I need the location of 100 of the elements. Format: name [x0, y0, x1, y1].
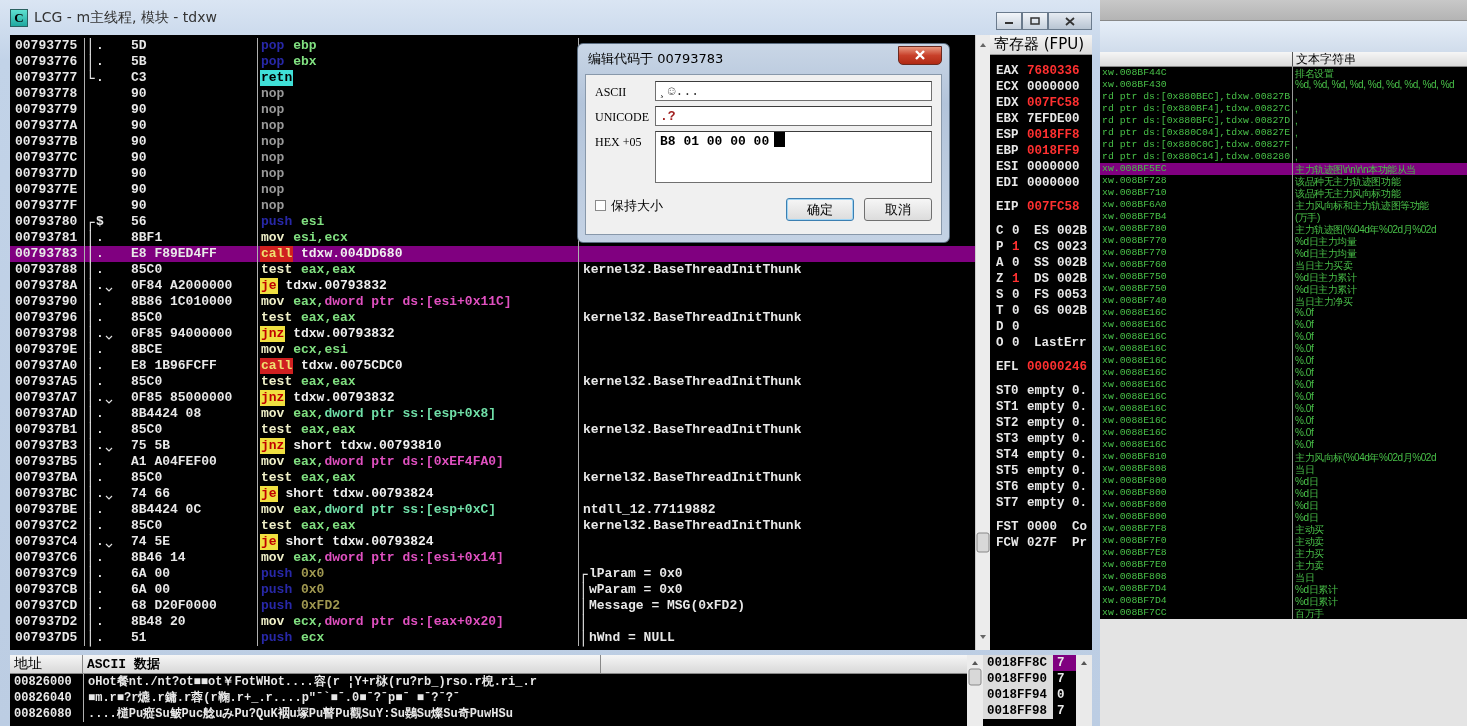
mnemonic: mov [260, 454, 286, 470]
code-row[interactable]: 007937A0 │. E8 1B96FCFF call tdxw.0075CDC0 [10, 358, 975, 374]
string-row[interactable]: xw.008BF780 主力轨迹图(%04d年%02d月%02d [1100, 223, 1467, 235]
code-row[interactable]: 007937B5 │. A1 A04FEF00 mov eax,dword ptr ds:[0xEF4FA0] [10, 454, 975, 470]
vertical-scrollbar[interactable] [967, 655, 983, 726]
string-row[interactable]: xw.0088E16C %.0f [1100, 403, 1467, 415]
string-row[interactable]: xw.008BF5EC 主力轨迹图\r\n\r\n本功能从当 [1100, 163, 1467, 175]
string-row[interactable]: xw.008BF7D4 %d日累计 [1100, 583, 1467, 595]
string-row[interactable]: xw.008BF800 %d日 [1100, 475, 1467, 487]
string-row[interactable]: xw.008BF728 该品种无主力轨迹图功能 [1100, 175, 1467, 187]
string-row[interactable]: rd ptr ds:[0x880C0C],tdxw.00827F , [1100, 139, 1467, 151]
string-row[interactable]: xw.008BF7F8 主动买 [1100, 523, 1467, 535]
string-row[interactable]: rd ptr ds:[0x880BF4],tdxw.00827C , [1100, 103, 1467, 115]
operand-text: esi [301, 214, 325, 230]
string-row[interactable]: xw.008BF808 当日 [1100, 463, 1467, 475]
up-arrow-icon[interactable] [1081, 661, 1087, 665]
code-row[interactable]: 007937B3 │. 75 5B jnz short tdxw.00793810 [10, 438, 975, 454]
string-row[interactable]: xw.008BF7B4 (万手) [1100, 211, 1467, 223]
string-row[interactable]: rd ptr ds:[0x880BEC],tdxw.00827B , [1100, 91, 1467, 103]
close-button[interactable] [898, 45, 942, 65]
code-row[interactable]: 00793790 │. 8B86 1C010000 mov eax,dword ptr ds:[esi+0x11C] [10, 294, 975, 310]
operand-text: eax,dword ptr ds:[esi+0x14] [293, 550, 504, 566]
dialog-title: 编辑代码于 00793783 [587, 50, 724, 68]
string-row[interactable]: xw.0088E16C %.0f [1100, 307, 1467, 319]
code-row[interactable]: 00793798 │. 0F85 94000000 jnz tdxw.00793832 [10, 326, 975, 342]
string-row[interactable]: xw.008BF7E0 主力卖 [1100, 559, 1467, 571]
string-row[interactable]: xw.008BF710 该品种无主力风向标功能 [1100, 187, 1467, 199]
input-field[interactable]: B8 01 00 00 00 [655, 131, 932, 183]
string-text: %d日 [1294, 487, 1319, 499]
down-arrow-icon[interactable] [980, 635, 986, 639]
string-row[interactable]: xw.008BF810 主力风向标(%04d年%02d月%02d [1100, 451, 1467, 463]
string-row[interactable]: xw.0088E16C %.0f [1100, 427, 1467, 439]
string-row[interactable]: xw.008BF800 %d日 [1100, 511, 1467, 523]
code-row[interactable]: 007937D2 │. 8B48 20 mov ecx,dword ptr ds:[eax+0x20] │ [10, 614, 975, 630]
input-field[interactable]: ¸☺... [655, 81, 932, 101]
close-button[interactable] [1048, 12, 1092, 30]
stack-value[interactable]: 7 [1053, 671, 1077, 687]
string-row[interactable]: xw.008BF430 %d, %d, %d, %d, %d, %d, %d, %d, %d [1100, 79, 1467, 91]
string-row[interactable]: xw.008BF44C 排名设置 [1100, 67, 1467, 79]
input-field[interactable]: .? [655, 106, 932, 126]
code-row[interactable]: 007937AD │. 8B4424 08 mov eax,dword ptr ss:[esp+0x8] [10, 406, 975, 422]
code-row[interactable]: 00793783 │. E8 F89ED4FF call tdxw.004DD680 [10, 246, 975, 262]
string-row[interactable]: xw.0088E16C %.0f [1100, 331, 1467, 343]
address-cell: 007937B3 [10, 438, 85, 454]
code-row[interactable]: 007937C9 │. 6A 00 push 0x0 ┌lParam = 0x0 [10, 566, 975, 582]
string-row[interactable]: xw.008BF7D4 %d日累计 [1100, 595, 1467, 607]
string-row[interactable]: xw.008BF7CC 百万手 [1100, 607, 1467, 619]
bracket-line: │ [86, 38, 96, 54]
string-row[interactable]: xw.008BF750 %d日主力累计 [1100, 283, 1467, 295]
minimize-button[interactable] [996, 12, 1022, 30]
string-row[interactable]: xw.008BF7F0 主动卖 [1100, 535, 1467, 547]
string-row[interactable]: xw.008BF770 %d日主力均量 [1100, 247, 1467, 259]
string-row[interactable]: xw.008BF770 %d日主力均量 [1100, 235, 1467, 247]
string-row[interactable]: xw.0088E16C %.0f [1100, 367, 1467, 379]
string-row[interactable]: xw.008BF6A0 主力风向标和主力轨迹图等功能 [1100, 199, 1467, 211]
code-row[interactable]: 007937CD │. 68 D20F0000 push 0xFD2 │Message = MSG(0xFD2) [10, 598, 975, 614]
string-row[interactable]: xw.0088E16C %.0f [1100, 439, 1467, 451]
code-row[interactable]: 007937D5 │. 51 push ecx │hWnd = NULL [10, 630, 975, 646]
string-row[interactable]: rd ptr ds:[0x880BFC],tdxw.00827D , [1100, 115, 1467, 127]
string-row[interactable]: rd ptr ds:[0x880C04],tdxw.00827E , [1100, 127, 1467, 139]
scroll-thumb[interactable] [968, 668, 982, 686]
up-arrow-icon[interactable] [972, 661, 978, 665]
code-row[interactable]: 007937C4 │. 74 5E je short tdxw.00793824 [10, 534, 975, 550]
address-cell: 007937D5 [10, 630, 85, 646]
stack-value[interactable]: 0 [1053, 687, 1077, 703]
vertical-scrollbar[interactable] [975, 35, 990, 650]
string-row[interactable]: xw.0088E16C %.0f [1100, 355, 1467, 367]
address-cell: 0018FF90 [983, 671, 1053, 687]
ok-button[interactable]: 确定 [786, 198, 854, 221]
keep-size-checkbox[interactable]: 保持大小 [595, 196, 663, 215]
scroll-thumb[interactable] [976, 532, 990, 553]
string-row[interactable]: xw.008BF740 当日主力净买 [1100, 295, 1467, 307]
stack-value[interactable]: 7 [1053, 655, 1077, 671]
mnemonic: push [260, 214, 294, 230]
address-cell: 0018FF98 [983, 703, 1053, 719]
string-row[interactable]: xw.0088E16C %.0f [1100, 391, 1467, 403]
string-row[interactable]: xw.0088E16C %.0f [1100, 319, 1467, 331]
code-row[interactable]: 007937CB │. 6A 00 push 0x0 │wParam = 0x0 [10, 582, 975, 598]
cancel-button[interactable]: 取消 [864, 198, 932, 221]
string-row[interactable]: xw.0088E16C %.0f [1100, 415, 1467, 427]
code-row[interactable]: 007937C6 │. 8B46 14 mov eax,dword ptr ds:[esi+0x14] [10, 550, 975, 566]
string-row[interactable]: xw.008BF808 当日 [1100, 571, 1467, 583]
up-arrow-icon[interactable] [980, 43, 986, 47]
stack-value[interactable]: 7 [1053, 703, 1077, 719]
code-row[interactable]: 007937BC │. 74 66 je short tdxw.00793824 [10, 486, 975, 502]
string-row[interactable]: xw.008BF7E8 主力买 [1100, 547, 1467, 559]
string-row[interactable]: xw.0088E16C %.0f [1100, 343, 1467, 355]
vertical-scrollbar[interactable] [1076, 655, 1092, 726]
reference-text: xw.0088E16C [1100, 403, 1293, 415]
operand-text: tdxw.00793832 [293, 326, 395, 342]
code-row[interactable]: 0079378A │. 0F84 A2000000 je tdxw.00793832 [10, 278, 975, 294]
string-row[interactable]: xw.0088E16C %.0f [1100, 379, 1467, 391]
string-row[interactable]: xw.008BF800 %d日 [1100, 487, 1467, 499]
string-row[interactable]: xw.008BF750 %d日主力累计 [1100, 271, 1467, 283]
code-row[interactable]: 007937A7 │. 0F85 85000000 jnz tdxw.00793832 [10, 390, 975, 406]
maximize-button[interactable] [1022, 12, 1048, 30]
string-row[interactable]: xw.008BF760 当日主力买卖 [1100, 259, 1467, 271]
hex-bytes: 90 [131, 86, 147, 102]
string-row[interactable]: xw.008BF800 %d日 [1100, 499, 1467, 511]
code-row[interactable]: 007937BE │. 8B4424 0C mov eax,dword ptr ss:[esp+0xC] ntdll_12.77119882 [10, 502, 975, 518]
